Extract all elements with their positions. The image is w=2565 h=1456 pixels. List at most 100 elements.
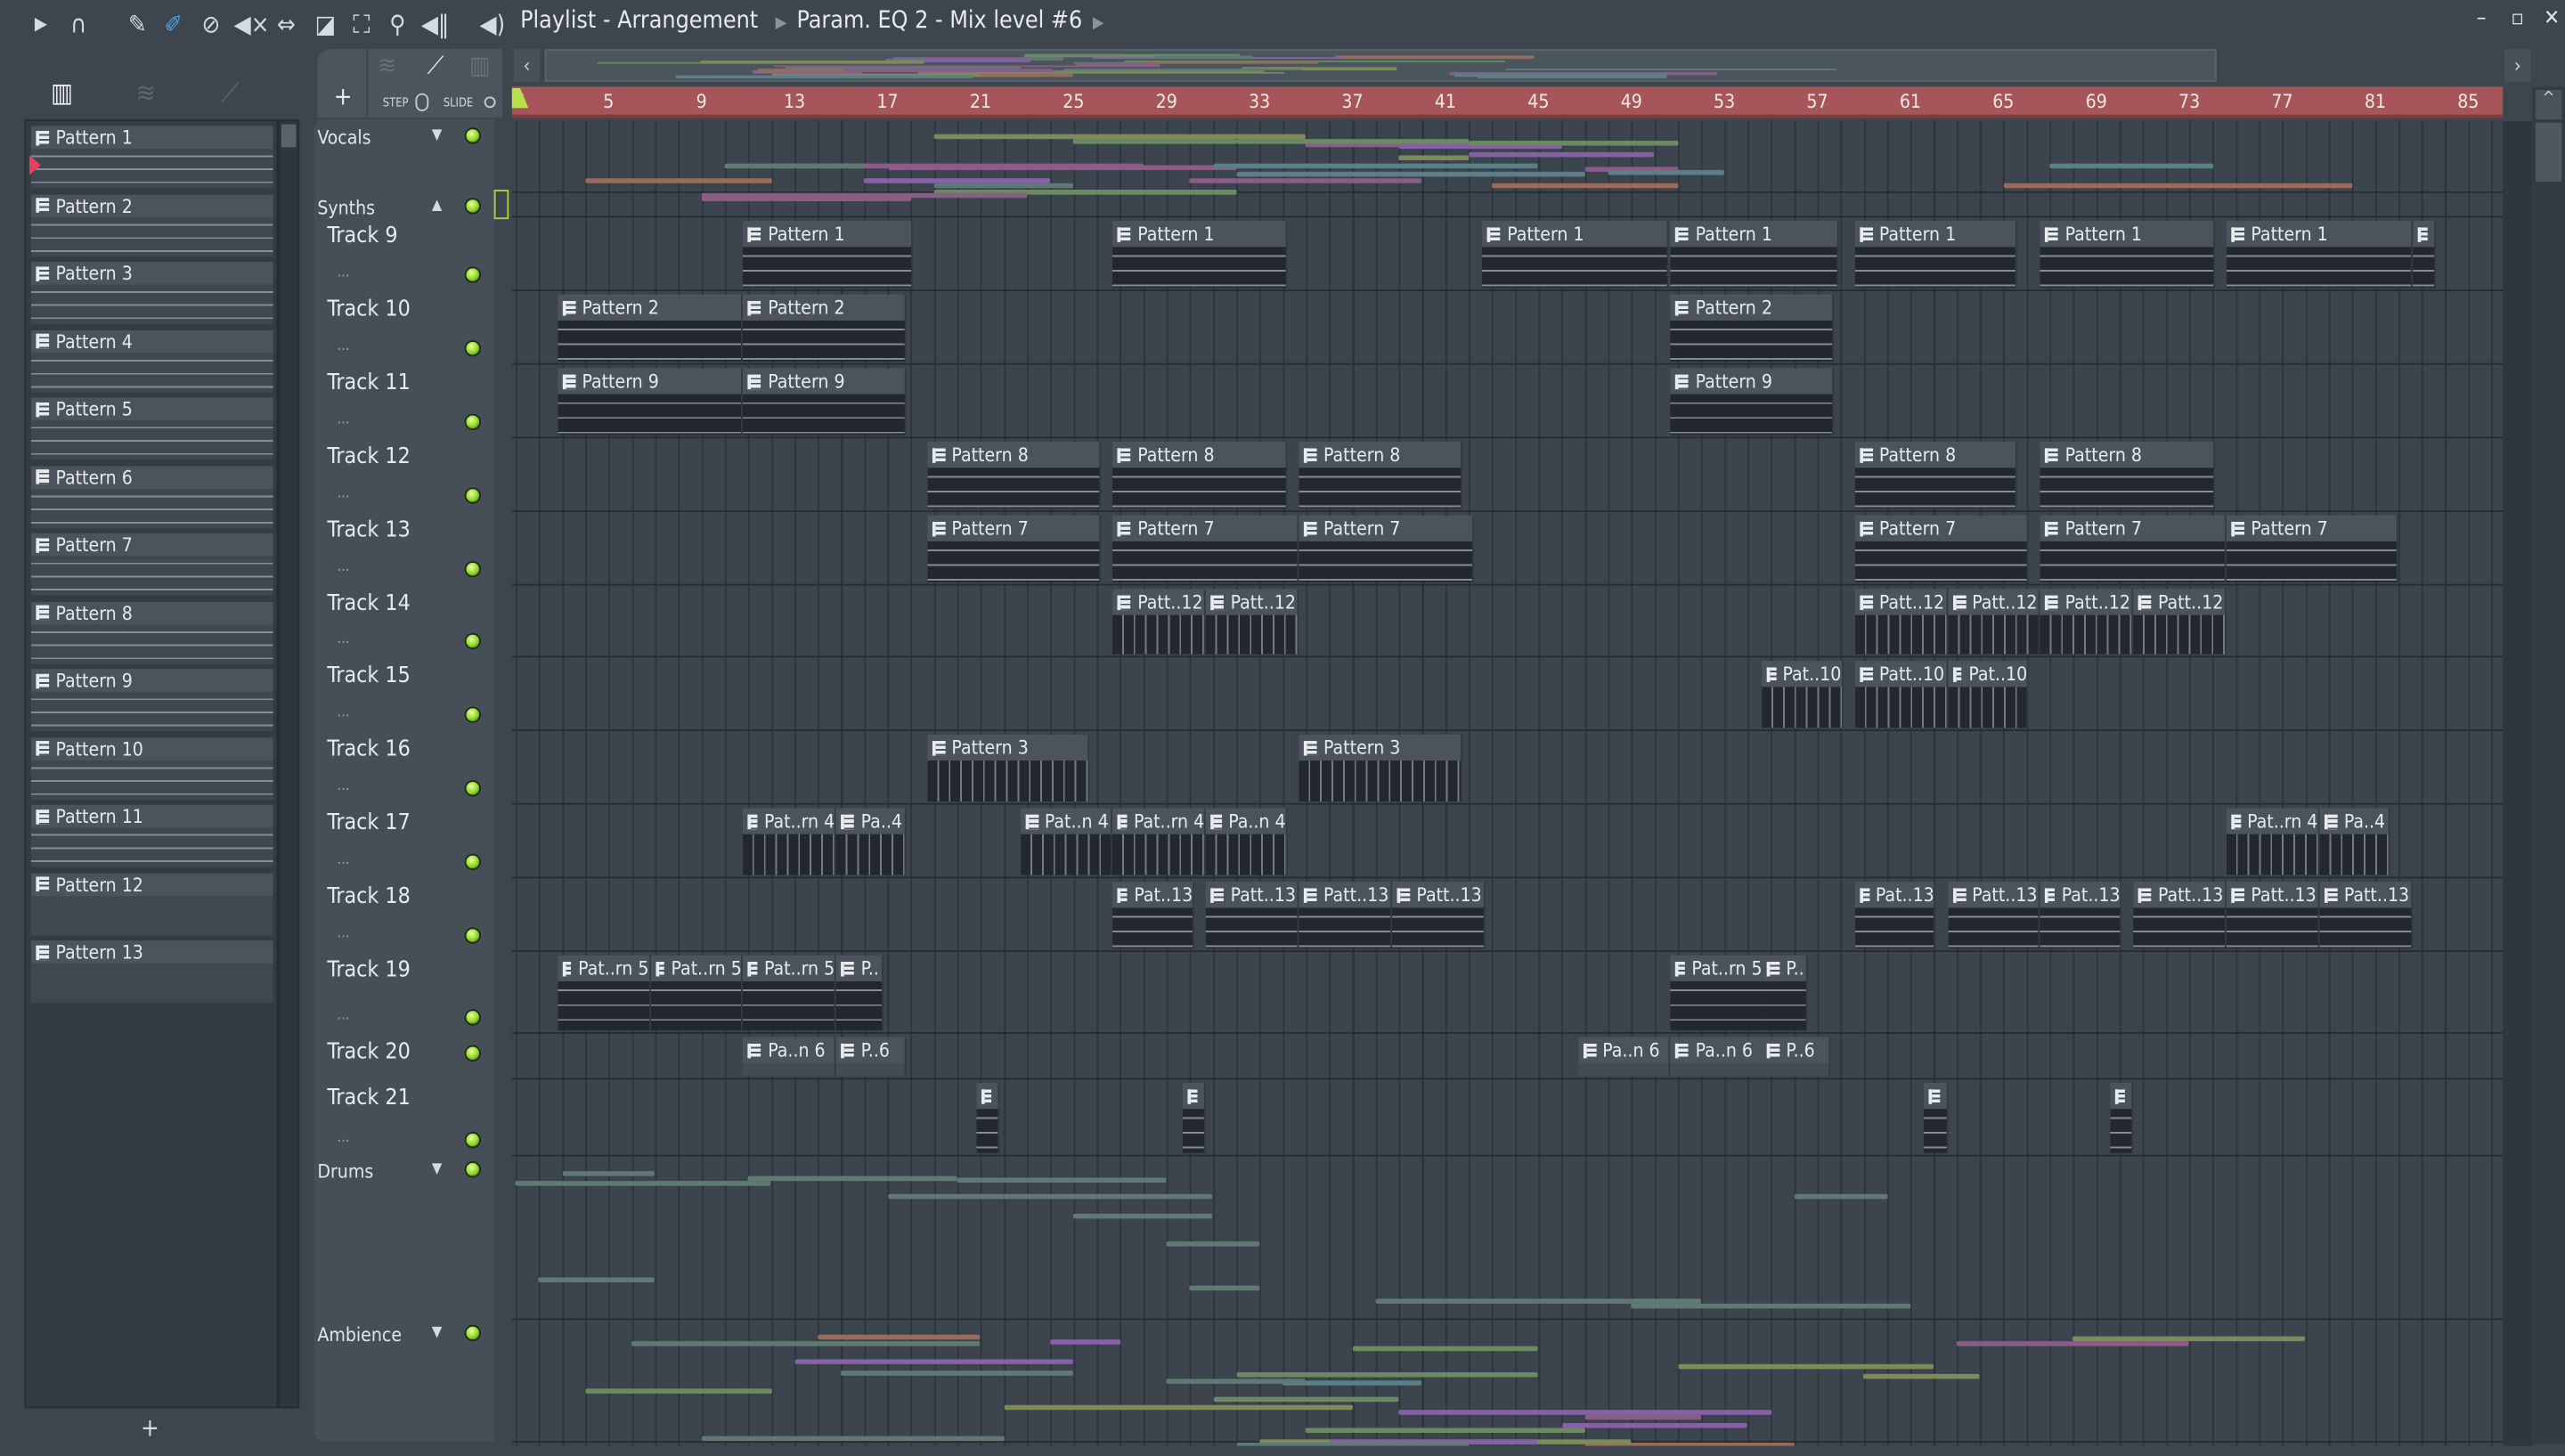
waveform-icon[interactable]: ≋ [378,51,396,80]
track-header[interactable]: Track 21... [314,1079,491,1156]
play-icon[interactable]: ▶ [26,10,55,39]
pattern-clip[interactable]: Pa..n 6 [1577,1037,1672,1077]
pattern-clip[interactable]: Pattern 1 [743,220,914,289]
minimize-button[interactable]: – [2477,6,2487,31]
pattern-clip[interactable]: Patt..13 [2133,881,2227,949]
track-options-icon[interactable]: ... [337,265,349,281]
expand-arrow-icon[interactable]: ▼ [432,1161,442,1177]
piano-icon[interactable]: ▥ [469,51,490,80]
pattern-clip[interactable]: Patt..12 [1206,589,1299,655]
pattern-list-item[interactable]: Pattern 2 [30,193,273,256]
track-enable-led[interactable] [464,340,481,357]
group-header-drums[interactable]: Drums ▼ [314,1157,491,1321]
vertical-scrollbar[interactable]: ^ [2532,86,2565,1444]
pattern-clip[interactable]: Patt..10 [1854,661,1948,728]
pattern-clip[interactable]: Pattern 8 [2040,441,2215,509]
pattern-clip[interactable]: Pat..rn 4 [2226,808,2320,875]
close-button[interactable]: ✕ [2544,6,2560,31]
breadcrumb-arrow-icon[interactable]: ▶ [1093,15,1104,33]
playhead-marker-icon[interactable] [511,88,529,109]
track-enable-led[interactable] [464,266,481,283]
vertical-scroll-thumb[interactable] [2535,122,2562,182]
track-enable-led[interactable] [464,560,481,578]
pattern-clip[interactable]: Pattern 9 [1671,368,1834,435]
pattern-clip[interactable]: Pattern 1 [1112,220,1288,289]
pencil-icon[interactable]: ✎ [123,10,152,39]
track-header[interactable]: Track 14... [314,586,491,658]
pattern-clip[interactable]: Pat..n 4 [1020,808,1113,875]
group-lane[interactable] [511,1157,2504,1321]
pattern-clip[interactable]: Pat..rn 5 [743,955,837,1031]
track-header[interactable]: Track 9... [314,217,491,291]
track-header[interactable]: Track 13... [314,512,491,586]
maximize-button[interactable]: ▫ [2511,6,2524,31]
pattern-clip[interactable] [1924,1082,1948,1153]
track-enable-led[interactable] [464,1009,481,1026]
pattern-list-item[interactable]: Pattern 4 [30,329,273,392]
pattern-clip[interactable]: Pattern 8 [926,441,1102,509]
track-enable-led[interactable] [464,487,481,504]
group-header-ambience[interactable]: Ambience ▼ [314,1320,491,1443]
pattern-list-item[interactable]: Pattern 12 [30,872,273,935]
pattern-list-item[interactable]: Pattern 7 [30,533,273,596]
pattern-clip[interactable]: Pat..13 [1112,881,1195,949]
pattern-list-item[interactable]: Pattern 6 [30,465,273,528]
pattern-clip[interactable]: Pattern 3 [1299,734,1462,801]
expand-arrow-icon[interactable]: ▼ [432,127,442,143]
pattern-clip[interactable]: Pattern 1 [2040,220,2215,289]
add-track-button[interactable]: + [334,82,353,111]
track-lane[interactable] [511,1079,2504,1157]
track-header[interactable]: Track 12... [314,438,491,512]
pattern-clip[interactable]: Pat..13 [2040,881,2122,949]
magnet-icon[interactable]: ∩ [64,10,94,39]
pattern-clip[interactable] [2412,220,2436,289]
pattern-clip[interactable]: Pa..n 6 [1671,1037,1764,1077]
pattern-clip[interactable]: P.. [1761,955,1809,1031]
pattern-clip[interactable]: Pa..n 4 [1206,808,1288,875]
pattern-clip[interactable]: Patt..13 [1206,881,1299,949]
pattern-clip[interactable]: Pattern 3 [926,734,1090,801]
pattern-clip[interactable]: Pat..rn 5 [557,955,651,1031]
select-icon[interactable]: ⛶ [346,10,376,39]
speaker-icon[interactable]: ◀) [477,10,507,39]
pattern-clip[interactable]: Pa..n 6 [743,1037,837,1077]
track-enable-led[interactable] [464,927,481,944]
track-enable-led[interactable] [464,413,481,431]
pattern-clip[interactable]: Patt..13 [2319,881,2413,949]
pattern-clip[interactable]: Patt..12 [1947,589,2041,655]
track-enable-led[interactable] [464,706,481,723]
collapse-arrow-icon[interactable]: ▲ [432,198,442,214]
track-options-icon[interactable]: ... [337,926,349,942]
picker-scrollbar[interactable] [278,119,300,1409]
track-header[interactable]: Track 17... [314,805,491,879]
track-options-icon[interactable]: ... [337,631,349,647]
automation-icon[interactable]: ⟋ [427,51,444,80]
zoom-icon[interactable]: ⚲ [383,10,412,39]
pattern-list-item[interactable]: Pattern 8 [30,600,273,663]
pattern-clip[interactable]: Pattern 7 [1112,515,1299,582]
pattern-clip[interactable]: P..6 [1761,1037,1832,1077]
pattern-list-item[interactable]: Pattern 13 [30,940,273,1003]
track-enable-led[interactable] [464,853,481,871]
pattern-clip[interactable] [1182,1082,1207,1153]
pattern-clip[interactable]: Patt..13 [2226,881,2320,949]
mute-icon[interactable]: ◀× [234,10,270,39]
pattern-clip[interactable]: Pattern 8 [1854,441,2017,509]
pattern-clip[interactable]: Pattern 7 [2226,515,2398,582]
track-lane[interactable] [511,657,2504,732]
pattern-clip[interactable]: Pattern 1 [1482,220,1669,289]
pattern-clip[interactable]: Pa..4 [836,808,907,875]
group-header-vocals[interactable]: Vocals ▼ [314,123,491,193]
scroll-right-button[interactable]: › [2504,49,2531,82]
group-enable-led[interactable] [464,198,481,215]
pattern-list-item[interactable]: Pattern 9 [30,669,273,732]
pattern-clip[interactable] [2110,1082,2134,1153]
track-header[interactable]: Track 19... [314,952,491,1034]
pattern-clip[interactable]: Pat..rn 5 [650,955,744,1031]
track-options-icon[interactable]: ... [337,778,349,794]
pattern-clip[interactable]: Pat..rn 4 [743,808,837,875]
pattern-clip[interactable]: Patt..12 [2133,589,2227,655]
track-header[interactable]: Track 18... [314,878,491,952]
pattern-clip[interactable]: Pat..13 [1854,881,1936,949]
pattern-clip[interactable]: Pat..rn 5 [1671,955,1764,1031]
